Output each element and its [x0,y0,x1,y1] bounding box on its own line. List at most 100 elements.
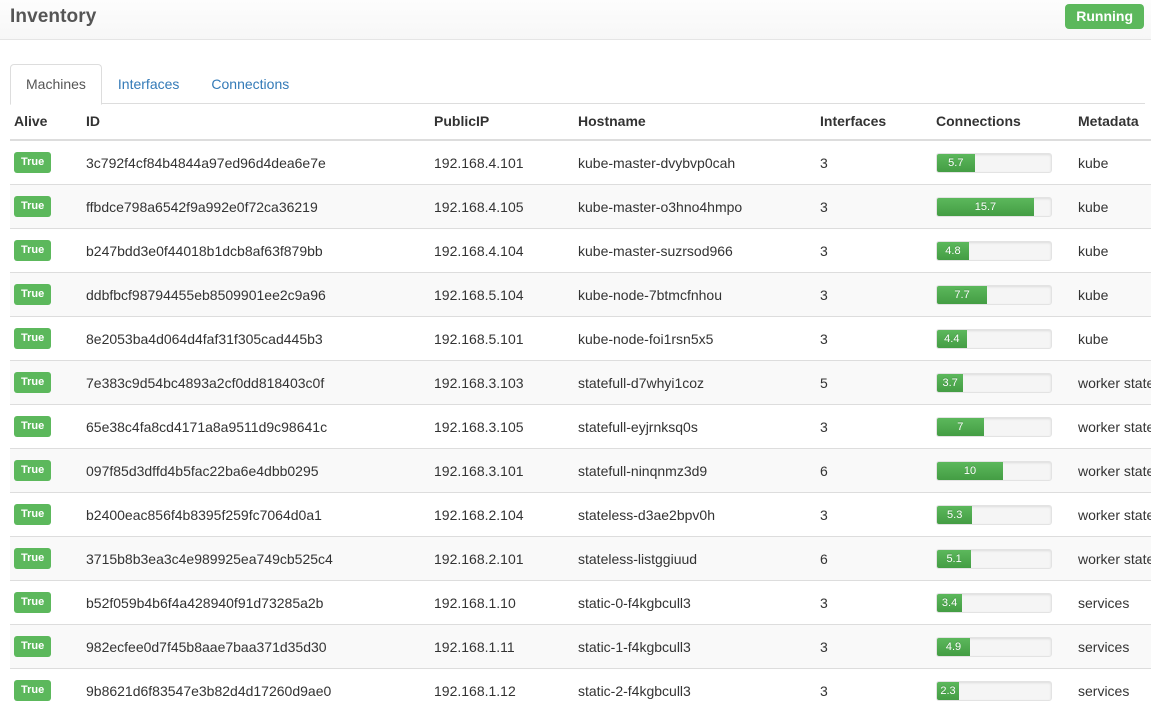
cell-alive: True [10,625,82,669]
cell-metadata: kube [1074,185,1151,229]
table-row[interactable]: True9b8621d6f83547e3b82d4d17260d9ae0192.… [10,669,1151,712]
cell-alive: True [10,405,82,449]
connections-progress: 3.7 [936,373,1052,393]
alive-badge: True [14,504,51,525]
alive-badge: True [14,416,51,437]
tab-interfaces[interactable]: Interfaces [102,64,195,105]
cell-metadata: worker stateless [1074,537,1151,581]
cell-hostname: kube-master-dvybvp0cah [574,140,816,185]
alive-badge: True [14,196,51,217]
cell-id: b52f059b4b6f4a428940f91d73285a2b [82,581,430,625]
table-body: True3c792f4cf84b4844a97ed96d4dea6e7e192.… [10,140,1151,712]
cell-hostname: static-1-f4kgbcull3 [574,625,816,669]
table-row[interactable]: True3c792f4cf84b4844a97ed96d4dea6e7e192.… [10,140,1151,185]
cell-hostname: statefull-d7whyi1coz [574,361,816,405]
connections-progress-fill: 3.4 [937,594,962,612]
table-row[interactable]: Trueb247bdd3e0f44018b1dcb8af63f879bb192.… [10,229,1151,273]
table-row[interactable]: True8e2053ba4d064d4faf31f305cad445b3192.… [10,317,1151,361]
cell-alive: True [10,273,82,317]
connections-progress: 5.3 [936,505,1052,525]
cell-connections: 7.7 [932,273,1074,317]
connections-progress: 15.7 [936,197,1052,217]
column-header-alive[interactable]: Alive [10,104,82,140]
cell-connections: 4.8 [932,229,1074,273]
connections-progress: 4.9 [936,637,1052,657]
table-row[interactable]: Trueb2400eac856f4b8395f259fc7064d0a1192.… [10,493,1151,537]
alive-badge: True [14,372,51,393]
cell-interfaces: 3 [816,229,932,273]
connections-progress-fill: 7 [937,418,984,436]
connections-progress-fill: 2.3 [937,682,959,700]
column-header-metadata[interactable]: Metadata [1074,104,1151,140]
cell-interfaces: 6 [816,449,932,493]
cell-public-ip: 192.168.4.101 [430,140,574,185]
table-row[interactable]: True982ecfee0d7f45b8aae7baa371d35d30192.… [10,625,1151,669]
column-header-publicip[interactable]: PublicIP [430,104,574,140]
connections-progress: 5.7 [936,153,1052,173]
cell-id: 3715b8b3ea3c4e989925ea749cb525c4 [82,537,430,581]
column-header-id[interactable]: ID [82,104,430,140]
alive-badge: True [14,240,51,261]
connections-progress-fill: 10 [937,462,1003,480]
cell-public-ip: 192.168.3.103 [430,361,574,405]
cell-public-ip: 192.168.1.10 [430,581,574,625]
column-header-connections[interactable]: Connections [932,104,1074,140]
cell-hostname: kube-node-7btmcfnhou [574,273,816,317]
connections-progress-fill: 4.4 [937,330,967,348]
connections-progress: 4.8 [936,241,1052,261]
table-row[interactable]: Trueddbfbcf98794455eb8509901ee2c9a96192.… [10,273,1151,317]
connections-progress-fill: 5.1 [937,550,971,568]
alive-badge: True [14,592,51,613]
connections-progress-fill: 15.7 [937,198,1034,216]
connections-progress: 2.3 [936,681,1052,701]
status-badge[interactable]: Running [1065,4,1144,29]
table-row[interactable]: True097f85d3dffd4b5fac22ba6e4dbb0295192.… [10,449,1151,493]
connections-progress: 4.4 [936,329,1052,349]
cell-metadata: worker statefull [1074,449,1151,493]
cell-metadata: worker statefull [1074,405,1151,449]
column-header-hostname[interactable]: Hostname [574,104,816,140]
cell-alive: True [10,449,82,493]
cell-connections: 5.7 [932,140,1074,185]
tab-machines[interactable]: Machines [10,64,102,105]
cell-metadata: worker statefull [1074,361,1151,405]
cell-connections: 2.3 [932,669,1074,712]
cell-alive: True [10,537,82,581]
cell-interfaces: 3 [816,493,932,537]
cell-alive: True [10,140,82,185]
alive-badge: True [14,548,51,569]
cell-metadata: services [1074,669,1151,712]
connections-progress: 5.1 [936,549,1052,569]
tab-connections[interactable]: Connections [195,64,305,105]
tab-list: Machines Interfaces Connections [10,62,1151,104]
cell-metadata: kube [1074,229,1151,273]
cell-metadata: services [1074,581,1151,625]
alive-badge: True [14,152,51,173]
cell-interfaces: 5 [816,361,932,405]
table-row[interactable]: True7e383c9d54bc4893a2cf0dd818403c0f192.… [10,361,1151,405]
cell-id: 9b8621d6f83547e3b82d4d17260d9ae0 [82,669,430,712]
connections-progress: 10 [936,461,1052,481]
cell-alive: True [10,317,82,361]
cell-metadata: kube [1074,317,1151,361]
inventory-table: Alive ID PublicIP Hostname Interfaces Co… [10,104,1151,712]
cell-public-ip: 192.168.2.101 [430,537,574,581]
connections-progress-fill: 3.7 [937,374,963,392]
cell-connections: 10 [932,449,1074,493]
column-header-interfaces[interactable]: Interfaces [816,104,932,140]
table-row[interactable]: True65e38c4fa8cd4171a8a9511d9c98641c192.… [10,405,1151,449]
cell-public-ip: 192.168.2.104 [430,493,574,537]
table-row[interactable]: Trueffbdce798a6542f9a992e0f72ca36219192.… [10,185,1151,229]
alive-badge: True [14,680,51,701]
cell-hostname: kube-master-o3hno4hmpo [574,185,816,229]
inventory-table-wrapper: Alive ID PublicIP Hostname Interfaces Co… [0,104,1151,712]
cell-interfaces: 3 [816,140,932,185]
cell-id: 982ecfee0d7f45b8aae7baa371d35d30 [82,625,430,669]
cell-connections: 15.7 [932,185,1074,229]
table-row[interactable]: True b52f059b4b6f4a428940f91d73285a2b192.… [10,581,1151,625]
cell-hostname: static-0-f4kgbcull3 [574,581,816,625]
connections-progress-fill: 4.9 [937,638,970,656]
cell-connections: 5.1 [932,537,1074,581]
table-row[interactable]: True 3715b8b3ea3c4e989925ea749cb525c4192.… [10,537,1151,581]
tab-bar: Machines Interfaces Connections [0,62,1151,104]
